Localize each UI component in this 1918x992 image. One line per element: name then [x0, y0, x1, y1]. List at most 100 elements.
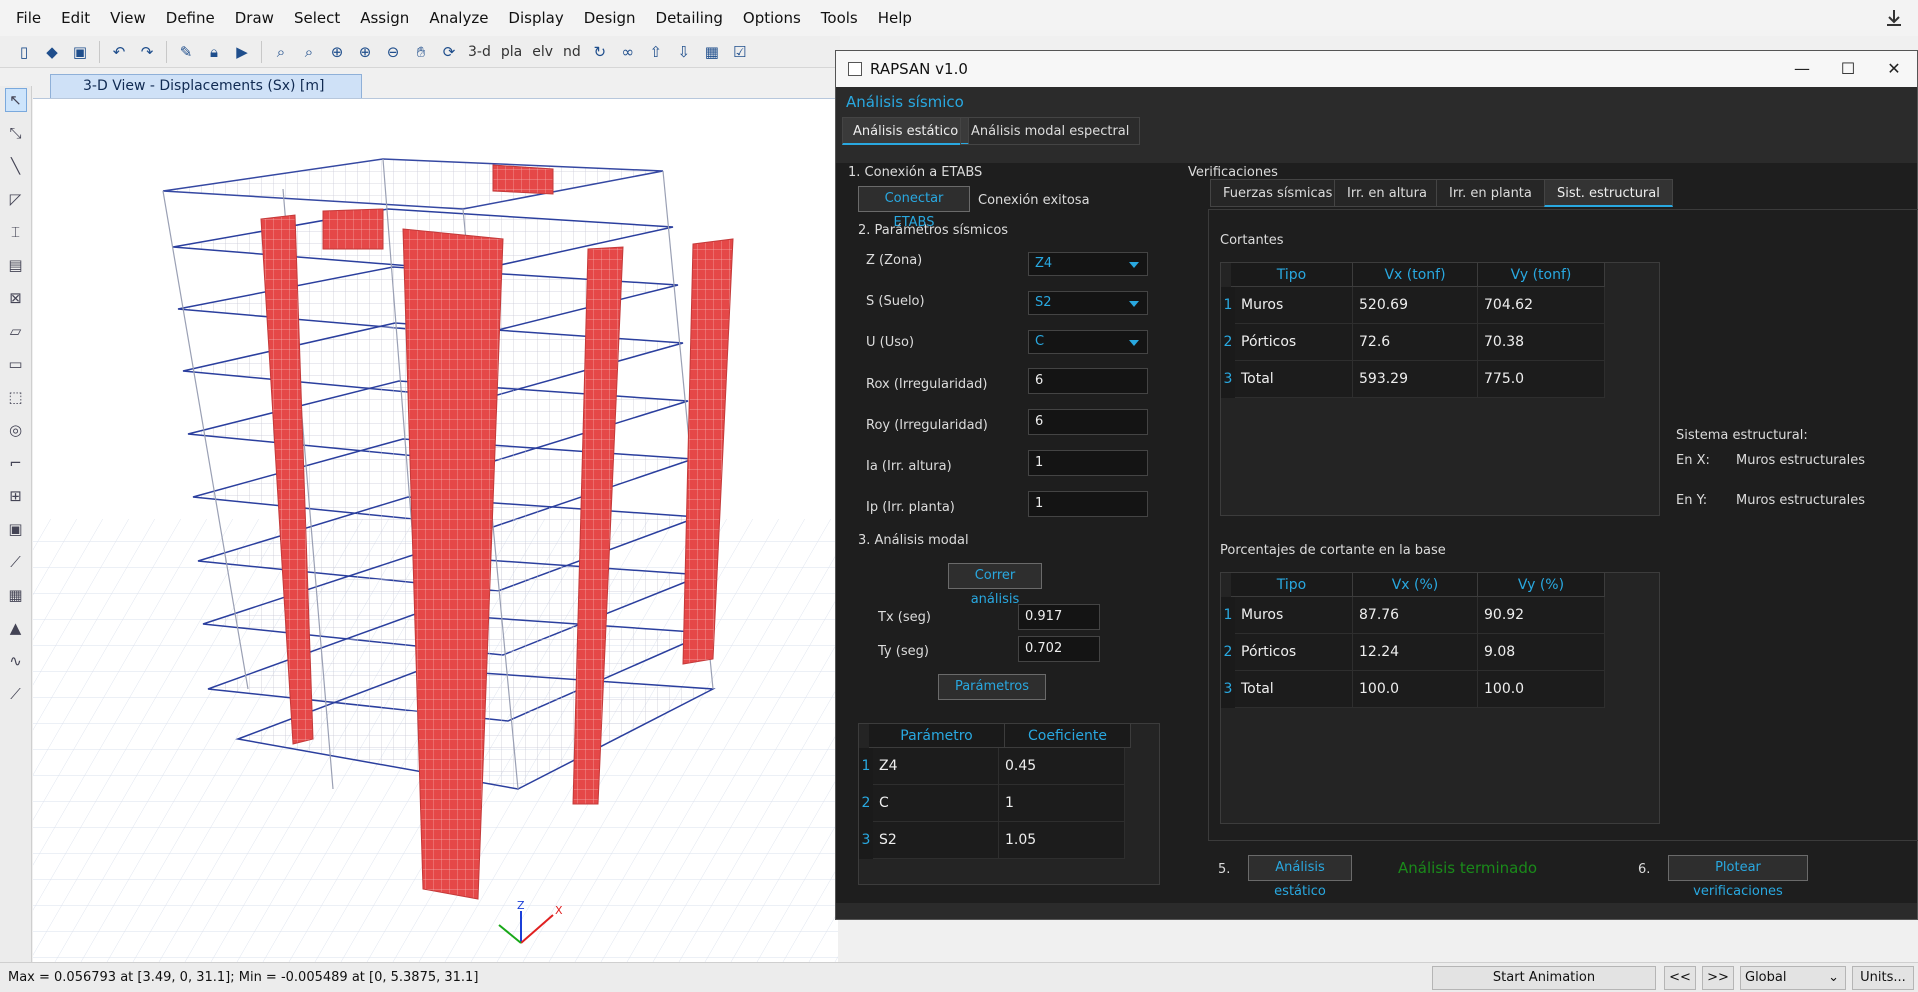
- units-button[interactable]: Units...: [1852, 966, 1914, 990]
- menu-display[interactable]: Display: [498, 0, 573, 36]
- checkbox-icon[interactable]: ☑: [728, 40, 752, 64]
- draw-beam-icon[interactable]: ▤: [5, 253, 27, 277]
- table-row[interactable]: 1 Z4 0.45: [859, 748, 1125, 785]
- menu-tools[interactable]: Tools: [811, 0, 868, 36]
- model-viewport[interactable]: Z X: [33, 98, 838, 962]
- draw-mesh-icon[interactable]: ▦: [5, 583, 27, 607]
- roy-input[interactable]: 6: [1028, 409, 1148, 435]
- zoom-in-step-icon[interactable]: ⊕: [353, 40, 377, 64]
- measure-icon[interactable]: ⟋: [5, 682, 27, 706]
- new-file-icon[interactable]: ▯: [12, 40, 36, 64]
- tab-analisis-estatico[interactable]: Análisis estático: [842, 117, 970, 145]
- menu-detailing[interactable]: Detailing: [646, 0, 733, 36]
- menu-define[interactable]: Define: [156, 0, 225, 36]
- en-x-label: En X:: [1676, 453, 1710, 468]
- menu-analyze[interactable]: Analyze: [419, 0, 498, 36]
- table-row[interactable]: 2 Pórticos 72.6 70.38: [1221, 324, 1605, 361]
- zona-select[interactable]: Z4: [1028, 252, 1148, 276]
- draw-line-icon[interactable]: ╲: [5, 154, 27, 178]
- pencil-icon[interactable]: ✎: [174, 40, 198, 64]
- nd-button[interactable]: nd: [560, 40, 584, 64]
- menu-file[interactable]: File: [6, 0, 51, 36]
- analisis-estatico-button[interactable]: Análisis estático: [1248, 855, 1352, 899]
- table-row[interactable]: 3 S2 1.05: [859, 822, 1125, 859]
- draw-floor-icon[interactable]: ▱: [5, 319, 27, 343]
- refresh-icon[interactable]: ↻: [588, 40, 612, 64]
- model-3d-drawing: Z X: [33, 158, 838, 962]
- uso-select[interactable]: C: [1028, 330, 1148, 354]
- zoom-in-icon[interactable]: ⊕: [325, 40, 349, 64]
- reshape-icon[interactable]: ⤡: [5, 121, 27, 145]
- tab-irr-altura[interactable]: Irr. en altura: [1334, 179, 1440, 207]
- move-down-icon[interactable]: ⇩: [672, 40, 696, 64]
- draw-link-icon[interactable]: ⟋: [5, 550, 27, 574]
- next-step-button[interactable]: >>: [1702, 966, 1734, 990]
- close-icon[interactable]: ✕: [1871, 51, 1917, 87]
- glasses-icon[interactable]: ∞: [616, 40, 640, 64]
- menu-edit[interactable]: Edit: [51, 0, 100, 36]
- table-row[interactable]: 3 Total 593.29 775.0: [1221, 361, 1605, 398]
- table-row[interactable]: 2 C 1: [859, 785, 1125, 822]
- prev-step-button[interactable]: <<: [1664, 966, 1696, 990]
- draw-cross-icon[interactable]: ⊠: [5, 286, 27, 310]
- view-3d-button[interactable]: 3-d: [465, 40, 494, 64]
- suelo-select[interactable]: S2: [1028, 291, 1148, 315]
- zoom-window-icon[interactable]: ⌕: [269, 40, 293, 64]
- draw-rectangle-icon[interactable]: ▭: [5, 352, 27, 376]
- correr-analisis-button[interactable]: Correr análisis: [948, 563, 1042, 607]
- tab-analisis-modal[interactable]: Análisis modal espectral: [960, 117, 1141, 145]
- view-tab[interactable]: 3-D View - Displacements (Sx) [m]: [50, 74, 362, 98]
- rotate-3d-icon[interactable]: ⟳: [437, 40, 461, 64]
- table-row[interactable]: 1 Muros 520.69 704.62: [1221, 287, 1605, 324]
- draw-spring-icon[interactable]: ∿: [5, 649, 27, 673]
- menu-options[interactable]: Options: [733, 0, 811, 36]
- elevation-view-button[interactable]: elv: [529, 40, 556, 64]
- draw-support-icon[interactable]: ▲: [5, 616, 27, 640]
- maximize-icon[interactable]: ☐: [1825, 51, 1871, 87]
- menu-design[interactable]: Design: [574, 0, 646, 36]
- pointer-icon[interactable]: ↖: [4, 88, 27, 112]
- ia-input[interactable]: 1: [1028, 450, 1148, 476]
- undo-icon[interactable]: ↶: [107, 40, 131, 64]
- table-row[interactable]: 1 Muros 87.76 90.92: [1221, 597, 1605, 634]
- tab-sist-estructural[interactable]: Sist. estructural: [1544, 179, 1673, 207]
- redo-icon[interactable]: ↷: [135, 40, 159, 64]
- draw-wall-icon[interactable]: ⬚: [5, 385, 27, 409]
- plotear-verificaciones-button[interactable]: Plotear verificaciones: [1668, 855, 1808, 899]
- ip-input[interactable]: 1: [1028, 491, 1148, 517]
- select-object-icon[interactable]: ▦: [700, 40, 724, 64]
- coord-system-select[interactable]: Global ⌄: [1740, 966, 1846, 990]
- start-animation-button[interactable]: Start Animation: [1432, 966, 1656, 990]
- connect-etabs-button[interactable]: Conectar ETABS: [858, 186, 970, 230]
- draw-column-icon[interactable]: ⌶: [5, 220, 27, 244]
- draw-grid-icon[interactable]: ⊞: [5, 484, 27, 508]
- draw-point-icon[interactable]: ▣: [5, 517, 27, 541]
- tab-irr-planta[interactable]: Irr. en planta: [1436, 179, 1545, 207]
- menu-view[interactable]: View: [100, 0, 156, 36]
- table-cell: Z4: [873, 748, 999, 785]
- parametros-button[interactable]: Parámetros: [938, 674, 1046, 700]
- tab-fuerzas-sismicas[interactable]: Fuerzas sísmicas: [1210, 179, 1346, 207]
- draw-opening-icon[interactable]: ◎: [5, 418, 27, 442]
- open-file-icon[interactable]: ◆: [40, 40, 64, 64]
- run-analysis-icon[interactable]: ▶: [230, 40, 254, 64]
- menu-select[interactable]: Select: [284, 0, 350, 36]
- minimize-icon[interactable]: —: [1779, 51, 1825, 87]
- lock-icon[interactable]: 🔒︎: [202, 40, 226, 64]
- zoom-out-icon[interactable]: ⊖: [381, 40, 405, 64]
- plan-view-button[interactable]: pla: [498, 40, 525, 64]
- save-icon[interactable]: ▣: [68, 40, 92, 64]
- zoom-restore-icon[interactable]: ⌕: [297, 40, 321, 64]
- rox-input[interactable]: 6: [1028, 368, 1148, 394]
- menu-draw[interactable]: Draw: [225, 0, 284, 36]
- table-row[interactable]: 3 Total 100.0 100.0: [1221, 671, 1605, 708]
- table-row[interactable]: 2 Pórticos 12.24 9.08: [1221, 634, 1605, 671]
- menu-help[interactable]: Help: [868, 0, 922, 36]
- download-icon[interactable]: [1884, 8, 1904, 28]
- page-title: Análisis sísmico: [846, 93, 964, 111]
- draw-section-icon[interactable]: ⌐: [5, 451, 27, 475]
- move-up-icon[interactable]: ⇧: [644, 40, 668, 64]
- pan-icon[interactable]: ✋︎: [409, 40, 433, 64]
- menu-assign[interactable]: Assign: [350, 0, 419, 36]
- draw-brace-icon[interactable]: ◸: [5, 187, 27, 211]
